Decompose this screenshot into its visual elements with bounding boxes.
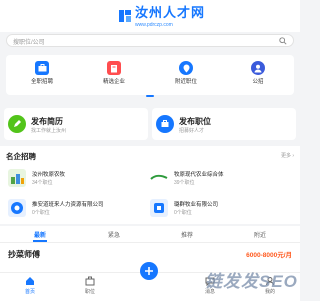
- tabbar-jobs[interactable]: 职位: [70, 276, 110, 295]
- company-item[interactable]: 推安道班来人力资源有限公司 0个职位: [8, 196, 148, 222]
- search-icon[interactable]: [279, 37, 287, 45]
- job-title: 抄菜师傅: [8, 250, 40, 259]
- company-name: 推安道班来人力资源有限公司: [32, 202, 104, 208]
- company-job-count: 39个职位: [174, 180, 195, 186]
- tab-urgent[interactable]: 紧急: [108, 230, 120, 239]
- company-job-count: 0个职位: [174, 210, 192, 216]
- site-title: 汝州人才网: [135, 5, 206, 20]
- post-fab-button[interactable]: [140, 262, 158, 280]
- home-icon: [26, 277, 34, 285]
- enterprise-icon: [107, 61, 121, 75]
- site-logo[interactable]: 汝州人才网 www.pdrczp.com: [118, 4, 205, 28]
- company-name: 璐群牧业有限公司: [174, 202, 219, 208]
- company-logo: [150, 199, 168, 217]
- quick-nav-label: 公招: [252, 79, 264, 85]
- quick-nav: 全职招聘 精选企业 附近职位 公招: [6, 55, 294, 95]
- more-link[interactable]: 更多 ›: [281, 152, 294, 159]
- company-name: 汝州牧原农牧: [32, 172, 66, 178]
- company-logo: [8, 169, 26, 187]
- quick-nav-enterprise[interactable]: 精选企业: [94, 61, 134, 85]
- card-title: 发布简历: [31, 117, 63, 126]
- section-title: 名企招聘: [6, 152, 36, 161]
- search-placeholder: 搜职位/公司: [13, 40, 45, 46]
- watermark: 链发发SEO: [205, 272, 298, 291]
- search-input[interactable]: 搜职位/公司: [6, 34, 294, 47]
- site-url: www.pdrczp.com: [135, 22, 173, 28]
- resume-icon: [8, 115, 26, 133]
- quick-nav-label: 精选企业: [102, 79, 125, 85]
- card-subtitle: 找工作就上汝州: [31, 128, 67, 134]
- app-header: 汝州人才网 www.pdrczp.com: [0, 0, 300, 32]
- briefcase-icon: [35, 61, 49, 75]
- active-tab-indicator: [33, 240, 47, 242]
- plus-icon: [145, 267, 153, 275]
- quick-nav-nearby[interactable]: 附近职位: [166, 61, 206, 85]
- carousel-indicator: [146, 95, 154, 97]
- logo-icon: [119, 10, 131, 22]
- company-name: 牧原现代农业综合体: [174, 172, 224, 178]
- card-subtitle: 招募好人才: [179, 128, 205, 134]
- job-salary: 6000-8000元/月: [246, 252, 292, 259]
- user-icon: [251, 61, 265, 75]
- tab-nearby[interactable]: 附近: [254, 230, 266, 239]
- post-resume-card[interactable]: 发布简历 找工作就上汝州: [4, 108, 148, 140]
- famous-companies-section: 名企招聘 更多 › 汝州牧原农牧 34个职位 牧原现代农业综合体 39个职位 推…: [0, 146, 300, 224]
- quick-nav-fulltime[interactable]: 全职招聘: [22, 61, 62, 85]
- job-tabs: 最新 紧急 推荐 附近: [0, 226, 300, 243]
- bag-icon: [85, 276, 95, 286]
- company-job-count: 34个职位: [32, 180, 53, 186]
- tabbar-label: 首页: [24, 289, 35, 295]
- location-icon: [179, 61, 193, 75]
- post-job-card[interactable]: 发布职位 招募好人才: [152, 108, 296, 140]
- company-item[interactable]: 牧原现代农业综合体 39个职位: [150, 166, 290, 192]
- card-title: 发布职位: [179, 117, 211, 126]
- post-job-icon: [156, 115, 174, 133]
- company-item[interactable]: 汝州牧原农牧 34个职位: [8, 166, 148, 192]
- company-logo: [8, 199, 26, 217]
- company-logo: [150, 169, 168, 187]
- quick-nav-label: 附近职位: [174, 79, 197, 85]
- tabbar-label: 职位: [84, 289, 95, 295]
- tab-latest[interactable]: 最新: [34, 230, 46, 239]
- tab-recommended[interactable]: 推荐: [181, 230, 193, 239]
- quick-nav-public[interactable]: 公招: [238, 61, 278, 85]
- company-item[interactable]: 璐群牧业有限公司 0个职位: [150, 196, 290, 222]
- company-job-count: 0个职位: [32, 210, 50, 216]
- quick-nav-label: 全职招聘: [30, 79, 53, 85]
- tabbar-home[interactable]: 首页: [10, 276, 50, 295]
